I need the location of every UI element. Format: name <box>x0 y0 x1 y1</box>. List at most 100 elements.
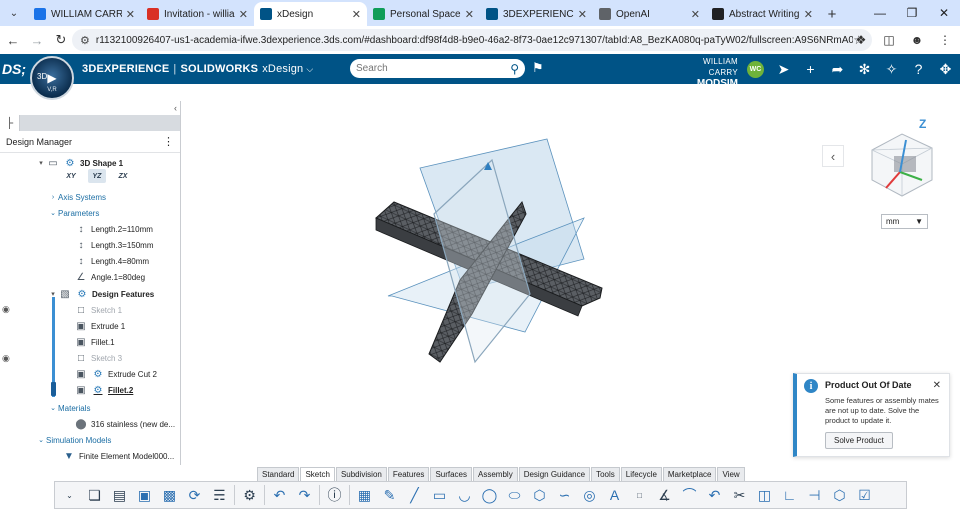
section-tab[interactable]: Subdivision <box>336 467 387 481</box>
reload-icon[interactable]: ↻ <box>50 29 72 51</box>
small-point-icon[interactable]: □ <box>627 483 652 507</box>
yz-plane-icon[interactable]: YZ <box>88 169 106 183</box>
tree-parameters[interactable]: ⌄ Parameters <box>48 205 99 221</box>
tree-material-item[interactable]: ⬤ 316 stainless (new de... <box>74 416 175 432</box>
exit-sketch-icon[interactable]: ☑ <box>852 483 877 507</box>
section-tab[interactable]: View <box>717 467 744 481</box>
browser-tab[interactable]: Personal Space ✕ <box>367 2 480 26</box>
browser-tab[interactable]: OpenAI ✕ <box>593 2 706 26</box>
dimension-icon[interactable]: ⊣ <box>802 483 827 507</box>
tools-icon[interactable]: ✧ <box>878 61 905 78</box>
feature-item[interactable]: □ Sketch 1 <box>74 302 122 318</box>
xy-plane-icon[interactable]: XY <box>62 169 80 183</box>
browser-tab[interactable]: xDesign ✕ <box>254 2 367 26</box>
ds-logo-icon[interactable]: DS; <box>0 54 28 84</box>
ellipse-icon[interactable]: ⬭ <box>502 483 527 507</box>
close-tab-icon[interactable]: ✕ <box>239 8 248 21</box>
sidebar-icon[interactable]: ◫ <box>878 29 900 51</box>
feature-item[interactable]: ▣ ⚙ Extrude Cut 2 <box>74 366 157 382</box>
profile-icon[interactable]: ☻ <box>906 29 928 51</box>
line-icon[interactable]: ╱ <box>402 483 427 507</box>
parameter-item[interactable]: ↕ Length.4=80mm <box>74 253 149 269</box>
polygon-icon[interactable]: ⬡ <box>527 483 552 507</box>
search-bar[interactable]: ⚲ <box>350 59 525 78</box>
save-icon[interactable]: ▣ <box>132 483 157 507</box>
help-icon[interactable]: ⓘ <box>322 483 347 507</box>
forward-icon[interactable]: → <box>26 29 48 51</box>
mirror-icon[interactable]: ◫ <box>752 483 777 507</box>
parameter-item[interactable]: ↕ Length.2=110mm <box>74 221 153 237</box>
chevron-down-icon[interactable]: ⌄ <box>48 404 58 412</box>
open-icon[interactable]: ▤ <box>107 483 132 507</box>
section-tab[interactable]: Marketplace <box>663 467 717 481</box>
spline-icon[interactable]: ∽ <box>552 483 577 507</box>
close-tab-icon[interactable]: ✕ <box>465 8 474 21</box>
text-icon[interactable]: A <box>602 483 627 507</box>
circle-icon[interactable]: ◯ <box>477 483 502 507</box>
tag-icon[interactable]: ⚑ <box>532 60 544 76</box>
settings-gear-icon[interactable]: ⚙ <box>237 483 262 507</box>
browser-tab[interactable]: Abstract Writing Ass ✕ <box>706 2 819 26</box>
compass-icon[interactable]: 3D ▶ V,R <box>30 56 74 100</box>
properties-icon[interactable]: ☴ <box>207 483 232 507</box>
parameter-item[interactable]: ∠ Angle.1=80deg <box>74 269 145 285</box>
app-name[interactable]: xDesign <box>262 63 303 75</box>
parameter-item[interactable]: ↕ Length.3=150mm <box>74 237 154 253</box>
site-info-icon[interactable]: ⚙ <box>80 34 90 47</box>
close-tab-icon[interactable]: ✕ <box>578 8 587 21</box>
tree-design-features[interactable]: ▾ ▧ ⚙ Design Features <box>48 286 154 302</box>
save-as-icon[interactable]: ▩ <box>157 483 182 507</box>
hidden-eye-icon[interactable]: ◉ <box>2 353 10 364</box>
browser-tab[interactable]: Invitation - williamca ✕ <box>141 2 254 26</box>
browser-tab[interactable]: 3DEXPERIENCE Edu✕ <box>480 2 593 26</box>
search-icon[interactable]: ⚲ <box>510 62 519 76</box>
feature-item[interactable]: □ Sketch 3 <box>74 350 122 366</box>
close-tab-icon[interactable]: ✕ <box>804 8 813 21</box>
chevron-down-icon[interactable]: ⌄ <box>36 436 46 444</box>
network-icon[interactable]: ✻ <box>851 61 878 78</box>
restore-icon[interactable]: ❐ <box>896 0 928 26</box>
close-tab-icon[interactable]: ✕ <box>691 8 700 21</box>
redo-icon[interactable]: ↷ <box>292 483 317 507</box>
close-tab-icon[interactable]: ✕ <box>352 8 361 21</box>
tree-view-icon[interactable]: ├ <box>0 115 20 131</box>
play-icon[interactable]: ▶ <box>47 71 56 85</box>
tree-simulation-models[interactable]: ⌄ Simulation Models <box>36 432 111 448</box>
section-tab[interactable]: Sketch <box>300 467 334 481</box>
project-icon[interactable]: ⬡ <box>827 483 852 507</box>
arc-icon[interactable]: ◡ <box>452 483 477 507</box>
update-icon[interactable]: ⟳ <box>182 483 207 507</box>
section-tab[interactable]: Standard <box>257 467 299 481</box>
close-window-icon[interactable]: ✕ <box>928 0 960 26</box>
panel-menu-icon[interactable]: ⋮ <box>163 135 174 148</box>
chamfer-sketch-icon[interactable]: ↶ <box>702 483 727 507</box>
dropdown-icon[interactable]: ▼ <box>915 217 923 226</box>
expand-icon[interactable]: ▾ <box>36 159 46 167</box>
chevron-left-icon[interactable]: ‹ <box>822 145 844 167</box>
feature-item[interactable]: ▣ Extrude 1 <box>74 318 125 334</box>
undo-icon[interactable]: ↶ <box>267 483 292 507</box>
browser-menu-icon[interactable]: ⋮ <box>934 29 956 51</box>
chevron-down-icon[interactable]: ⌵ <box>306 64 313 75</box>
bookmark-icon[interactable]: ➤ <box>770 61 797 78</box>
fillet-sketch-icon[interactable]: ⌒ <box>677 483 702 507</box>
chevron-right-icon[interactable]: › <box>48 194 58 201</box>
rectangle-icon[interactable]: ▭ <box>427 483 452 507</box>
collapse-panel-icon[interactable]: ‹ <box>174 103 177 113</box>
new-shape-icon[interactable]: ❏ <box>82 483 107 507</box>
section-tab[interactable]: Assembly <box>473 467 518 481</box>
section-tab[interactable]: Surfaces <box>430 467 472 481</box>
back-icon[interactable]: ← <box>2 29 24 51</box>
section-tab[interactable]: Lifecycle <box>621 467 662 481</box>
hidden-eye-icon[interactable]: ◉ <box>2 304 10 315</box>
tab-search-icon[interactable]: ⌄ <box>0 0 28 26</box>
browser-tab[interactable]: WILLIAM CARRY-MO ✕ <box>28 2 141 26</box>
url-field[interactable]: ⚙ r1132100926407-us1-academia-ifwe.3dexp… <box>72 29 872 51</box>
point-icon[interactable]: ◎ <box>577 483 602 507</box>
sketch-grid-icon[interactable]: ▦ <box>352 483 377 507</box>
close-icon[interactable]: ✕ <box>933 380 941 391</box>
extensions-icon[interactable]: ❖ <box>850 29 872 51</box>
avatar[interactable]: WC <box>747 61 764 78</box>
zx-plane-icon[interactable]: ZX <box>114 169 132 183</box>
fullscreen-icon[interactable]: ✥ <box>932 61 959 78</box>
